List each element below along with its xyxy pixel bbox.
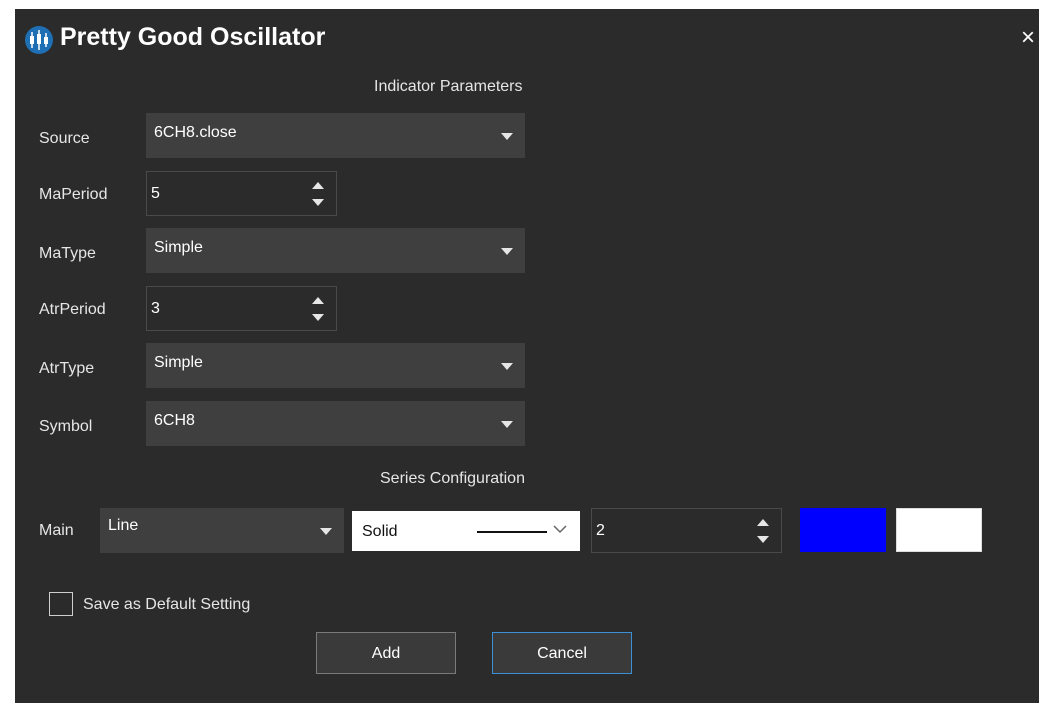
ma-period-stepper[interactable]: 5 — [146, 171, 337, 216]
atr-type-dropdown[interactable]: Simple — [146, 343, 525, 388]
chevron-down-icon — [552, 519, 568, 544]
spin-down-icon[interactable] — [312, 199, 324, 206]
line-style-value: Solid — [362, 523, 398, 540]
series-configuration-heading: Series Configuration — [380, 470, 525, 487]
chevron-down-icon — [501, 132, 513, 140]
ma-type-dropdown[interactable]: Simple — [146, 228, 525, 273]
ma-type-label: MaType — [39, 245, 96, 262]
atr-period-label: AtrPeriod — [39, 301, 106, 318]
chevron-down-icon — [501, 362, 513, 370]
ma-type-value: Simple — [154, 239, 203, 256]
source-label: Source — [39, 130, 90, 147]
indicator-parameters-heading: Indicator Parameters — [374, 78, 523, 95]
atr-period-stepper[interactable]: 3 — [146, 286, 337, 331]
spin-down-icon[interactable] — [312, 314, 324, 321]
indicator-dialog: Pretty Good Oscillator × Indicator Param… — [15, 9, 1039, 703]
atr-type-value: Simple — [154, 354, 203, 371]
spin-down-icon[interactable] — [757, 536, 769, 543]
series-type-value: Line — [108, 517, 139, 534]
line-sample — [477, 531, 547, 533]
ma-period-label: MaPeriod — [39, 186, 108, 203]
symbol-dropdown[interactable]: 6CH8 — [146, 401, 525, 446]
symbol-value: 6CH8 — [154, 412, 195, 429]
close-button[interactable]: × — [1017, 23, 1039, 53]
primary-color-swatch[interactable] — [800, 508, 886, 552]
chevron-down-icon — [501, 247, 513, 255]
title-bar: Pretty Good Oscillator × — [15, 9, 1039, 69]
save-default-label: Save as Default Setting — [83, 596, 251, 613]
main-series-label: Main — [39, 522, 74, 539]
spin-up-icon[interactable] — [757, 519, 769, 526]
series-type-dropdown[interactable]: Line — [100, 508, 344, 553]
symbol-label: Symbol — [39, 418, 93, 435]
window-title: Pretty Good Oscillator — [60, 23, 326, 51]
source-dropdown[interactable]: 6CH8.close — [146, 113, 525, 158]
chevron-down-icon — [501, 420, 513, 428]
line-style-dropdown[interactable]: Solid — [352, 511, 580, 551]
spin-up-icon[interactable] — [312, 297, 324, 304]
secondary-color-swatch[interactable] — [896, 508, 982, 552]
candlestick-chart-icon — [25, 26, 53, 54]
source-value: 6CH8.close — [154, 124, 237, 141]
atr-type-label: AtrType — [39, 360, 95, 377]
spin-up-icon[interactable] — [312, 182, 324, 189]
add-button[interactable]: Add — [316, 632, 456, 674]
atr-period-value: 3 — [151, 300, 160, 317]
chevron-down-icon — [320, 527, 332, 535]
cancel-button[interactable]: Cancel — [492, 632, 632, 674]
save-default-checkbox[interactable] — [49, 592, 73, 616]
line-width-value: 2 — [596, 522, 605, 539]
line-width-stepper[interactable]: 2 — [591, 508, 782, 553]
ma-period-value: 5 — [151, 185, 160, 202]
